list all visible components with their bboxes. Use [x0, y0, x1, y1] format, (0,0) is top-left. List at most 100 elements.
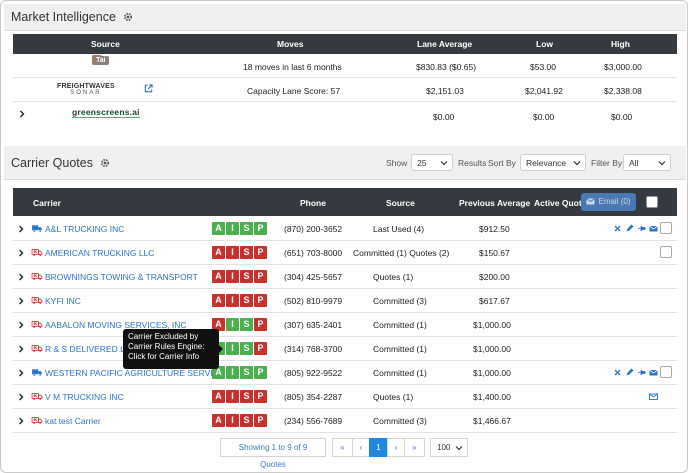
mi-low: $53.00	[530, 62, 556, 72]
aisp-badge: A	[212, 270, 225, 283]
aisp-badge: S	[240, 366, 253, 379]
pin-icon[interactable]	[637, 368, 646, 377]
last-page-button[interactable]: »	[404, 438, 425, 457]
sort-by-select[interactable]: Relevance	[520, 154, 586, 171]
greenscreens-logo: greenscreens.ai	[72, 107, 140, 118]
row-checkbox[interactable]	[660, 246, 672, 258]
prev-page-button[interactable]: ‹	[352, 438, 370, 457]
chevron-right-icon[interactable]	[17, 273, 25, 281]
table-row[interactable]: A&L TRUCKING INC A I S P (870) 200-3652 Last U…	[13, 217, 677, 241]
envelope-icon[interactable]	[649, 392, 658, 401]
chevron-right-icon[interactable]	[17, 249, 25, 257]
carrier-previous-average: $1,000.00	[473, 320, 511, 330]
carrier-name-link[interactable]: V M TRUCKING INC	[45, 392, 124, 402]
chevron-right-icon[interactable]	[17, 297, 25, 305]
chevron-right-icon[interactable]	[17, 417, 25, 425]
carrier-previous-average: $912.50	[479, 224, 510, 234]
aisp-badge: I	[226, 222, 239, 235]
aisp-badge: A	[212, 390, 225, 403]
truck-excluded-icon	[31, 344, 43, 352]
filter-by-select[interactable]: All	[623, 154, 671, 171]
truck-excluded-icon	[31, 416, 43, 424]
aisp-status: AISP	[212, 366, 267, 379]
carrier-previous-average: $617.67	[479, 296, 510, 306]
aisp-badge: A	[212, 222, 225, 235]
carrier-source: Committed (3)	[373, 416, 427, 426]
col-carrier: Carrier	[33, 198, 61, 208]
table-row[interactable]: V M TRUCKING INC A I S P (805) 354-2287 Quotes…	[13, 385, 677, 409]
table-row[interactable]: WESTERN PACIFIC AGRICULTURE SERVICE A I S P (…	[13, 361, 677, 385]
carrier-name-link[interactable]: kat test Carrier	[45, 416, 101, 426]
col-active-quote: Active Quote	[534, 198, 587, 208]
gear-icon[interactable]	[100, 158, 110, 168]
mi-row-greenscreens[interactable]: greenscreens.ai $0.00 $0.00 $0.00	[13, 102, 677, 128]
gear-icon[interactable]	[123, 12, 133, 22]
envelope-icon[interactable]	[649, 224, 658, 233]
page-1-button[interactable]: 1	[369, 438, 388, 457]
chevron-right-icon[interactable]	[18, 110, 26, 118]
aisp-badge: I	[226, 366, 239, 379]
table-row[interactable]: R & S DELIVERED LLCAISP(314) 768-3700Com…	[13, 337, 677, 361]
carrier-name-link[interactable]: AMERICAN TRUCKING LLC	[45, 248, 154, 258]
select-all-checkbox[interactable]	[646, 196, 658, 208]
carrier-phone: (234) 556-7689	[284, 416, 343, 426]
aisp-badge: P	[254, 318, 267, 331]
chevron-right-icon[interactable]	[17, 393, 25, 401]
close-icon[interactable]	[613, 224, 622, 233]
mi-moves: 18 moves in last 6 months	[243, 62, 342, 72]
caret-down-icon	[658, 161, 666, 166]
carrier-source: Committed (1)	[373, 344, 427, 354]
caret-down-icon	[573, 161, 581, 166]
carrier-name-link[interactable]: A&L TRUCKING INC	[45, 224, 124, 234]
col-lane-average: Lane Average	[417, 39, 473, 49]
email-button[interactable]: Email (0)	[581, 193, 636, 211]
col-previous-average: Previous Average	[459, 198, 531, 208]
carrier-source: Committed (1)	[373, 368, 427, 378]
col-moves: Moves	[277, 39, 304, 49]
table-row[interactable]: kat test Carrier A I S P (234) 556-7689 Commit…	[13, 409, 677, 433]
table-row[interactable]: KYFI INC A I S P (502) 810-9979 Committed (3) $…	[13, 289, 677, 313]
carrier-name-link[interactable]: BROWNINGS TOWING & TRANSPORT	[45, 272, 198, 282]
aisp-badge: S	[240, 246, 253, 259]
carrier-previous-average: $1,400.00	[473, 392, 511, 402]
truck-icon	[32, 225, 42, 233]
next-page-button[interactable]: ›	[387, 438, 405, 457]
row-checkbox[interactable]	[660, 222, 672, 234]
chevron-right-icon[interactable]	[17, 345, 25, 353]
carrier-source: Last Used (4)	[373, 224, 425, 234]
pin-icon[interactable]	[637, 224, 646, 233]
aisp-badge: A	[212, 246, 225, 259]
envelope-icon	[586, 198, 596, 205]
col-source: Source	[91, 39, 120, 49]
edit-icon[interactable]	[625, 368, 634, 377]
aisp-badge: S	[240, 390, 253, 403]
chevron-right-icon[interactable]	[17, 369, 25, 377]
per-page-value: 100	[437, 443, 451, 452]
app-window: Market Intelligence Source Moves Lane Av…	[0, 0, 688, 473]
pagination-info: Showing 1 to 9 of 9 Quotes	[220, 438, 326, 469]
chevron-right-icon[interactable]	[17, 321, 25, 329]
edit-icon[interactable]	[625, 224, 634, 233]
close-icon[interactable]	[613, 368, 622, 377]
aisp-badge: S	[240, 222, 253, 235]
chevron-right-icon[interactable]	[17, 225, 25, 233]
mi-row-freightwaves: FREIGHTWAVES SONAR Capacity Lane Score: …	[13, 78, 677, 102]
per-page-select[interactable]: 100	[430, 438, 468, 457]
truck-excluded-icon	[31, 392, 43, 400]
carrier-name-link[interactable]: WESTERN PACIFIC AGRICULTURE SERVICE	[45, 368, 224, 378]
first-page-button[interactable]: «	[332, 438, 353, 457]
envelope-icon[interactable]	[649, 368, 658, 377]
carrier-name-link[interactable]: KYFI INC	[45, 296, 81, 306]
aisp-badge: P	[254, 270, 267, 283]
table-row[interactable]: BROWNINGS TOWING & TRANSPORT A I S P (304) 42…	[13, 265, 677, 289]
aisp-badge: I	[226, 318, 239, 331]
row-checkbox[interactable]	[660, 366, 672, 378]
aisp-badge: P	[254, 366, 267, 379]
table-row[interactable]: AABALON MOVING SERVICES, INC A I S P (307) 63…	[13, 313, 677, 337]
table-row[interactable]: AMERICAN TRUCKING LLC A I S P (651) 703-8000 C…	[13, 241, 677, 265]
aisp-badge: S	[240, 414, 253, 427]
external-link-icon[interactable]	[144, 84, 153, 93]
show-count-select[interactable]: 25	[411, 154, 453, 171]
carrier-source: Quotes (1)	[373, 392, 414, 402]
truck-excluded-icon	[31, 320, 43, 328]
